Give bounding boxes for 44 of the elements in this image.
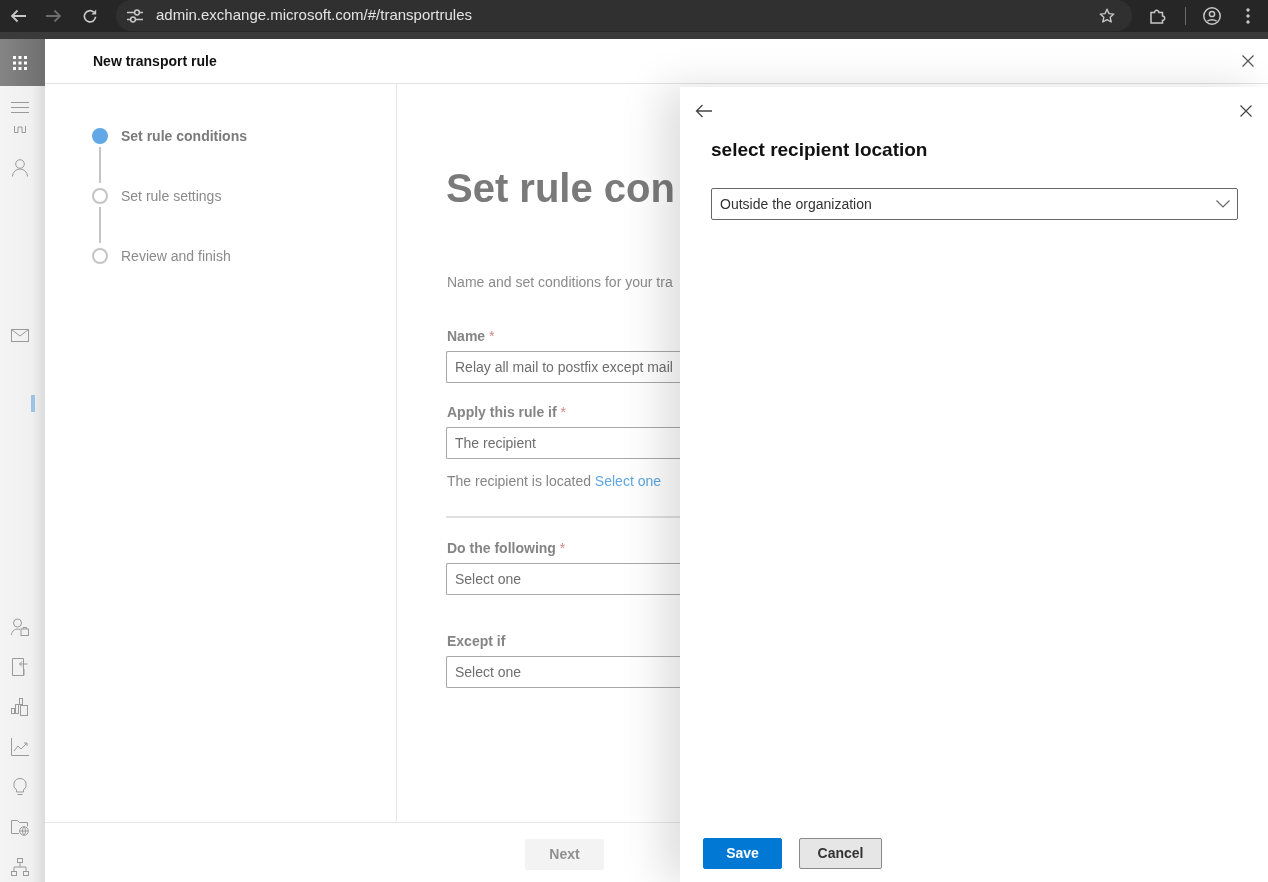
indicator-bar-icon bbox=[31, 395, 35, 412]
step-label: Set rule conditions bbox=[121, 128, 247, 144]
step-label: Review and finish bbox=[121, 248, 231, 264]
page-heading: Set rule con bbox=[446, 165, 676, 212]
reload-icon[interactable] bbox=[83, 8, 97, 23]
field-label: Do the following * bbox=[447, 539, 567, 558]
org-chart-icon[interactable] bbox=[11, 858, 29, 876]
location-dropdown[interactable]: Outside the organization bbox=[711, 188, 1238, 220]
close-icon[interactable] bbox=[1242, 55, 1254, 67]
square-wave-icon[interactable] bbox=[14, 126, 26, 133]
field-label: Apply this rule if * bbox=[447, 403, 568, 422]
person-icon[interactable] bbox=[12, 159, 28, 177]
input-field[interactable]: Select one bbox=[446, 563, 680, 595]
chevron-down-icon bbox=[1216, 200, 1230, 208]
puzzle-icon[interactable] bbox=[1150, 7, 1166, 24]
save-button[interactable]: Save bbox=[703, 838, 782, 869]
field-label: Except if bbox=[447, 632, 507, 651]
more-menu-icon[interactable] bbox=[1246, 7, 1250, 24]
forward-arrow-icon[interactable] bbox=[46, 8, 62, 23]
lightbulb-icon[interactable] bbox=[13, 778, 27, 796]
profile-icon[interactable] bbox=[1203, 6, 1221, 25]
cancel-button[interactable]: Cancel bbox=[799, 838, 882, 869]
dialog-title: New transport rule bbox=[93, 51, 217, 71]
panel-title: select recipient location bbox=[711, 138, 928, 162]
chart-phone-icon[interactable] bbox=[11, 698, 29, 716]
menu-icon[interactable] bbox=[11, 102, 29, 113]
input-field[interactable]: Select one bbox=[446, 656, 680, 688]
site-settings-icon[interactable] bbox=[127, 8, 143, 23]
mail-icon[interactable] bbox=[11, 329, 29, 342]
field-label: Name * bbox=[447, 327, 496, 346]
waffle-icon bbox=[13, 55, 27, 70]
app-launcher-button[interactable] bbox=[0, 39, 45, 86]
line-chart-icon[interactable] bbox=[11, 738, 29, 756]
step-label: Set rule settings bbox=[121, 188, 222, 204]
back-arrow-icon[interactable] bbox=[695, 104, 712, 118]
input-field[interactable]: Relay all mail to postfix except mail bbox=[446, 351, 680, 383]
bookmark-star-icon[interactable] bbox=[1099, 7, 1115, 24]
input-field[interactable]: The recipient bbox=[446, 427, 680, 459]
description-text: Name and set conditions for your tra bbox=[447, 273, 674, 292]
folder-globe-icon[interactable] bbox=[11, 818, 29, 836]
close-icon[interactable] bbox=[1240, 105, 1252, 117]
document-arrow-icon[interactable] bbox=[12, 658, 28, 676]
condition-text: The recipient is located Select one bbox=[447, 472, 663, 491]
person-briefcase-icon[interactable] bbox=[11, 618, 29, 636]
